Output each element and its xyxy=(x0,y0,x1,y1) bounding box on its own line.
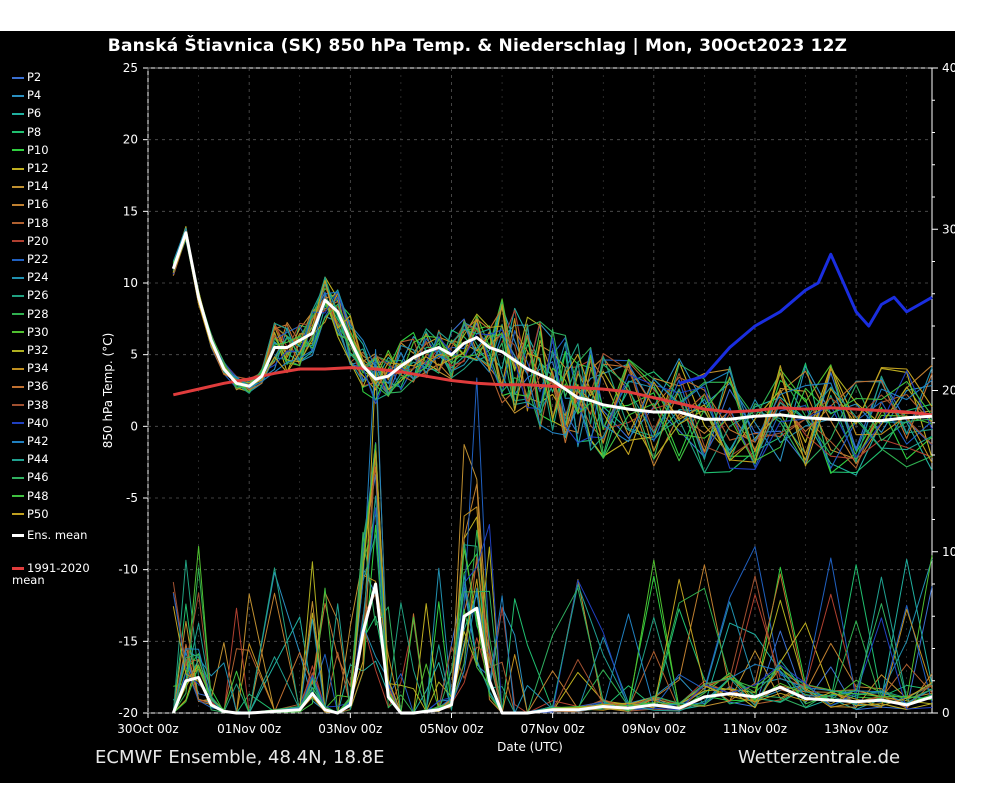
y-tick-label: 0 xyxy=(130,419,138,433)
x-tick-label: 03Nov 00z xyxy=(318,722,382,736)
member-precip-line xyxy=(172,495,933,714)
chart-svg: 25 20 15 10 5 0 -5 -10 -15 -20 40 30 20 10 0 30Oct 00z 0… xyxy=(101,61,976,754)
y-tick-label: 15 xyxy=(123,204,138,218)
y-tick-label: 25 xyxy=(123,61,138,75)
x-tick-label: 05Nov 00z xyxy=(419,722,483,736)
y2-tick-label: 10 xyxy=(942,545,957,559)
y-tick-label: 10 xyxy=(123,276,138,290)
x-tick-label: 30Oct 00z xyxy=(117,722,178,736)
y2-tick-label: 40 xyxy=(942,61,957,75)
x-tick-label: 13Nov 00z xyxy=(824,722,888,736)
y-tick-label: -5 xyxy=(126,491,138,505)
y-axis-label: 850 hPa Temp. (°C) xyxy=(101,333,115,449)
x-tick-label: 11Nov 00z xyxy=(723,722,787,736)
y-tick-label: -10 xyxy=(118,563,138,577)
y-tick-label: -15 xyxy=(118,634,138,648)
y2-tick-label: 0 xyxy=(942,706,950,720)
footer-source: ECMWF Ensemble, 48.4N, 18.8E xyxy=(95,747,385,768)
y2-tick-label: 20 xyxy=(942,384,957,398)
x-tick-label: 07Nov 00z xyxy=(521,722,585,736)
footer-site: Wetterzentrale.de xyxy=(738,747,901,768)
y-tick-label: 5 xyxy=(130,348,138,362)
x-tick-label: 01Nov 00z xyxy=(217,722,281,736)
x-tick-label: 09Nov 00z xyxy=(622,722,686,736)
y-tick-label: -20 xyxy=(118,706,138,720)
x-axis-label: Date (UTC) xyxy=(497,740,563,754)
y2-axis-label: Niederschlag (mm) xyxy=(962,333,976,448)
y2-tick-label: 30 xyxy=(942,222,957,236)
y-tick-label: 20 xyxy=(123,133,138,147)
